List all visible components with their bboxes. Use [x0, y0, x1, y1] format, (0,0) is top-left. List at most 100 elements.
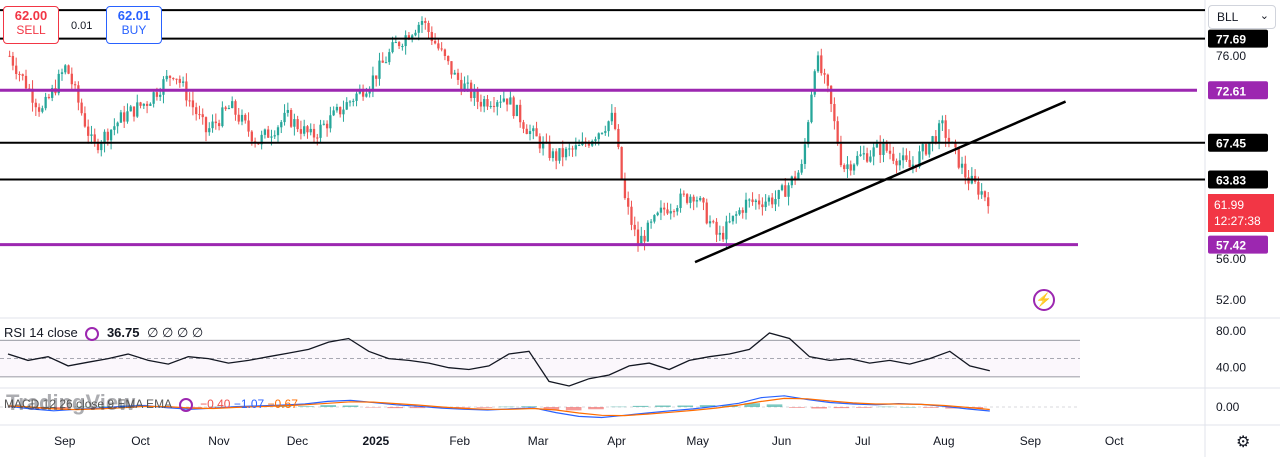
- level-price-label: 77.69: [1216, 33, 1246, 47]
- candle-body: [957, 147, 960, 168]
- candle-body: [312, 128, 316, 138]
- chevron-down-icon: ⌄: [1259, 10, 1269, 22]
- candle-body: [397, 42, 401, 47]
- candle-body: [515, 104, 519, 117]
- current-price-tag: 61.99 12:27:38: [1208, 194, 1274, 232]
- buy-label: BUY: [121, 23, 147, 37]
- symbol-selector[interactable]: BLL ⌄: [1208, 5, 1276, 29]
- candle-body: [332, 110, 335, 116]
- candle-body: [627, 198, 630, 207]
- macd-histogram-bar: [789, 407, 805, 408]
- candle-body: [181, 81, 185, 83]
- candle-body: [303, 126, 306, 134]
- macd-histogram-bar: [365, 407, 381, 408]
- indicator-settings-icon[interactable]: [85, 326, 100, 341]
- candle-body: [119, 112, 123, 123]
- buy-price: 62.01: [117, 8, 151, 23]
- price-chart[interactable]: 77.69 72.61 67.45 63.83 57.42 52.00 56.00 76.00…: [0, 0, 1280, 457]
- candle-body: [214, 121, 217, 124]
- macd-legend[interactable]: MACD 12 26 close 9 EMA EMA −0.40 −1.07 −…: [4, 397, 298, 412]
- level-price-label: 63.83: [1216, 174, 1246, 188]
- candle-body: [685, 194, 689, 203]
- macd-histogram-bar: [342, 405, 359, 407]
- candle-body: [322, 123, 325, 125]
- candle-body: [329, 115, 332, 129]
- candle-body: [289, 109, 293, 127]
- candle-body: [725, 221, 728, 240]
- candle-body: [980, 191, 983, 195]
- candle-body: [846, 164, 849, 170]
- candle-body: [892, 153, 895, 161]
- candle-body: [378, 60, 381, 79]
- candle-body: [771, 197, 774, 205]
- candle-body: [757, 200, 761, 205]
- candle-body: [165, 75, 168, 80]
- buy-button[interactable]: 62.01 BUY: [106, 6, 162, 44]
- gear-icon[interactable]: ⚙: [1236, 432, 1250, 452]
- candle-body: [512, 97, 515, 117]
- indicator-settings-icon[interactable]: [178, 397, 193, 412]
- spread-value: 0.01: [71, 20, 93, 32]
- candle-body: [748, 199, 751, 201]
- candle-body: [525, 128, 528, 135]
- macd-histogram-bar: [498, 406, 515, 408]
- candle-body: [620, 146, 623, 179]
- candle-body: [90, 134, 93, 136]
- candle-body: [83, 113, 87, 127]
- candle-body: [610, 112, 613, 122]
- candle-body: [227, 108, 231, 110]
- candle-body: [417, 24, 420, 33]
- time-axis-tick: Oct: [131, 434, 150, 448]
- macd-histogram-bar: [588, 407, 604, 410]
- candle-body: [483, 99, 486, 107]
- candle-body: [217, 123, 221, 127]
- candle-body: [319, 124, 322, 138]
- candle-body: [859, 154, 862, 156]
- candle-body: [790, 176, 793, 186]
- candle-body: [339, 106, 342, 115]
- candle-body: [355, 93, 358, 101]
- candle-body: [856, 155, 859, 165]
- candle-body: [767, 197, 771, 202]
- candle-body: [987, 197, 990, 207]
- candle-body: [172, 77, 175, 79]
- candle-body: [633, 224, 636, 230]
- candle-body: [73, 84, 77, 86]
- current-price-value: 61.99: [1214, 198, 1245, 212]
- candle-body: [352, 100, 355, 102]
- candle-body: [60, 72, 64, 74]
- candle-body: [11, 55, 15, 66]
- macd-signal-value: −0.67: [267, 397, 298, 411]
- candle-body: [316, 137, 319, 139]
- candle-body: [702, 197, 705, 203]
- candle-body: [728, 221, 731, 223]
- macd-axis-tick: 0.00: [1216, 400, 1240, 414]
- candle-body: [309, 128, 312, 133]
- candle-body: [937, 123, 941, 143]
- candle-body: [522, 122, 525, 129]
- candle-body: [623, 178, 627, 199]
- candle-body: [237, 114, 240, 122]
- sell-button[interactable]: 62.00 SELL: [3, 6, 59, 44]
- time-axis-tick: Aug: [933, 434, 954, 448]
- candle-body: [168, 75, 172, 78]
- candle-body: [77, 85, 80, 103]
- flash-icon[interactable]: ⚡: [1033, 289, 1055, 311]
- candle-body: [34, 102, 37, 108]
- candle-body: [656, 212, 659, 216]
- rsi-value: 36.75: [106, 325, 140, 340]
- candle-body: [149, 103, 152, 106]
- candle-body: [427, 22, 430, 32]
- candle-body: [744, 199, 748, 213]
- time-axis-tick: Jun: [772, 434, 791, 448]
- candle-body: [489, 105, 492, 107]
- candle-body: [977, 181, 980, 195]
- candle-body: [37, 107, 41, 112]
- candle-body: [699, 197, 702, 201]
- candle-body: [587, 143, 591, 146]
- rsi-legend[interactable]: RSI 14 close 36.75 ∅ ∅ ∅ ∅: [4, 325, 203, 341]
- candle-body: [908, 159, 911, 168]
- candle-body: [450, 61, 453, 75]
- time-axis-tick: Nov: [208, 434, 229, 448]
- candle-body: [67, 65, 70, 74]
